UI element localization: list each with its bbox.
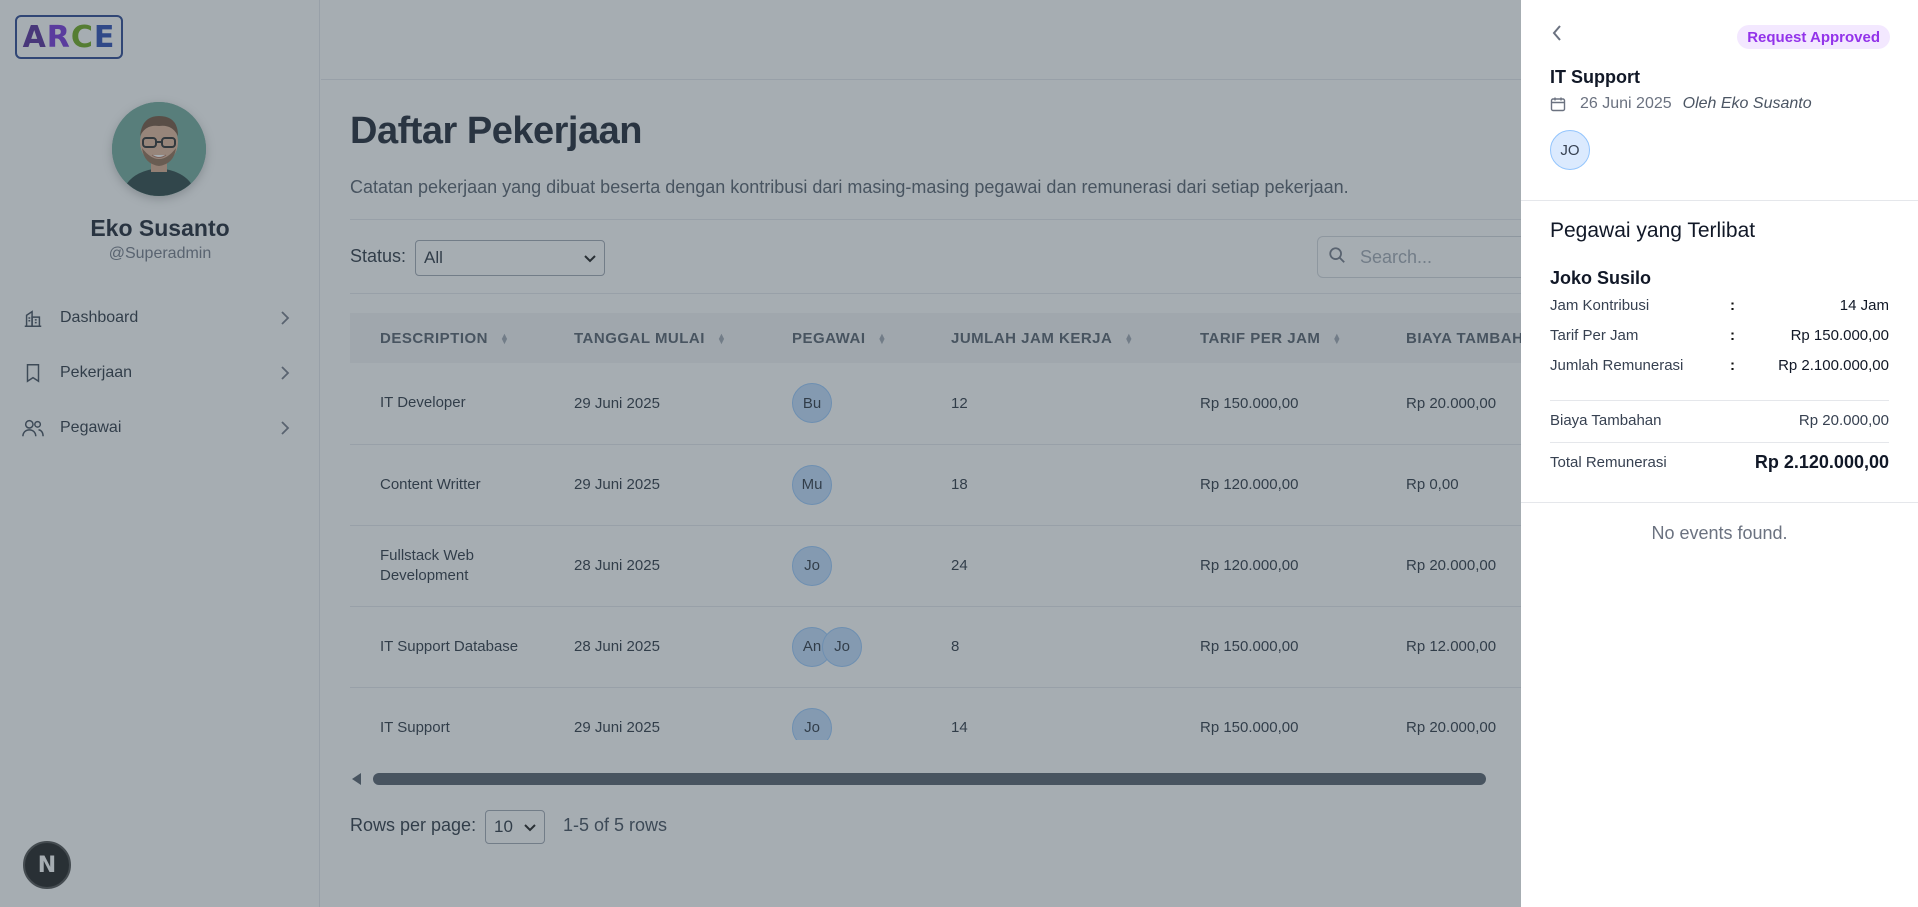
involved-employees-title: Pegawai yang Terlibat xyxy=(1550,219,1756,242)
calendar-icon xyxy=(1550,96,1566,112)
extra-cost-value: Rp 20.000,00 xyxy=(1798,412,1889,429)
drawer-meta: 26 Juni 2025 Oleh Eko Susanto xyxy=(1550,95,1812,113)
chevron-left-icon xyxy=(1552,24,1562,46)
detail-row-jumlah-remunerasi: Jumlah Remunerasi : Rp 2.100.000,00 xyxy=(1550,357,1889,374)
detail-value: Rp 2.100.000,00 xyxy=(1778,357,1889,374)
detail-row-tarif-per-jam: Tarif Per Jam : Rp 150.000,00 xyxy=(1550,327,1889,344)
colon: : xyxy=(1730,327,1735,344)
modal-backdrop[interactable] xyxy=(0,0,1521,907)
detail-value: 14 Jam xyxy=(1839,297,1889,314)
employee-chip[interactable]: JO xyxy=(1550,130,1590,170)
total-remuneration-label: Total Remunerasi xyxy=(1550,454,1667,471)
drawer-title: IT Support xyxy=(1550,67,1640,87)
colon: : xyxy=(1730,297,1735,314)
drawer-date: 26 Juni 2025 xyxy=(1580,95,1672,112)
employee-name: Joko Susilo xyxy=(1550,268,1652,288)
extra-cost-row: Biaya Tambahan Rp 20.000,00 xyxy=(1550,412,1889,429)
divider xyxy=(1550,442,1889,443)
divider xyxy=(1521,502,1918,503)
empty-events-message: No events found. xyxy=(1651,523,1788,543)
detail-label: Jumlah Remunerasi xyxy=(1550,357,1684,374)
job-detail-drawer: Request Approved IT Support 26 Juni 2025… xyxy=(1521,0,1918,907)
extra-cost-label: Biaya Tambahan xyxy=(1550,412,1662,429)
detail-label: Tarif Per Jam xyxy=(1550,327,1639,344)
back-button[interactable] xyxy=(1547,24,1567,46)
divider xyxy=(1550,400,1889,401)
detail-label: Jam Kontribusi xyxy=(1550,297,1650,314)
drawer-author: Oleh Eko Susanto xyxy=(1682,95,1812,112)
detail-row-jam-kontribusi: Jam Kontribusi : 14 Jam xyxy=(1550,297,1889,314)
status-badge: Request Approved xyxy=(1737,25,1890,49)
total-remuneration-value: Rp 2.120.000,00 xyxy=(1754,452,1889,472)
detail-value: Rp 150.000,00 xyxy=(1790,327,1889,344)
total-remuneration-row: Total Remunerasi Rp 2.120.000,00 xyxy=(1550,452,1889,473)
colon: : xyxy=(1730,357,1735,374)
divider xyxy=(1521,200,1918,201)
